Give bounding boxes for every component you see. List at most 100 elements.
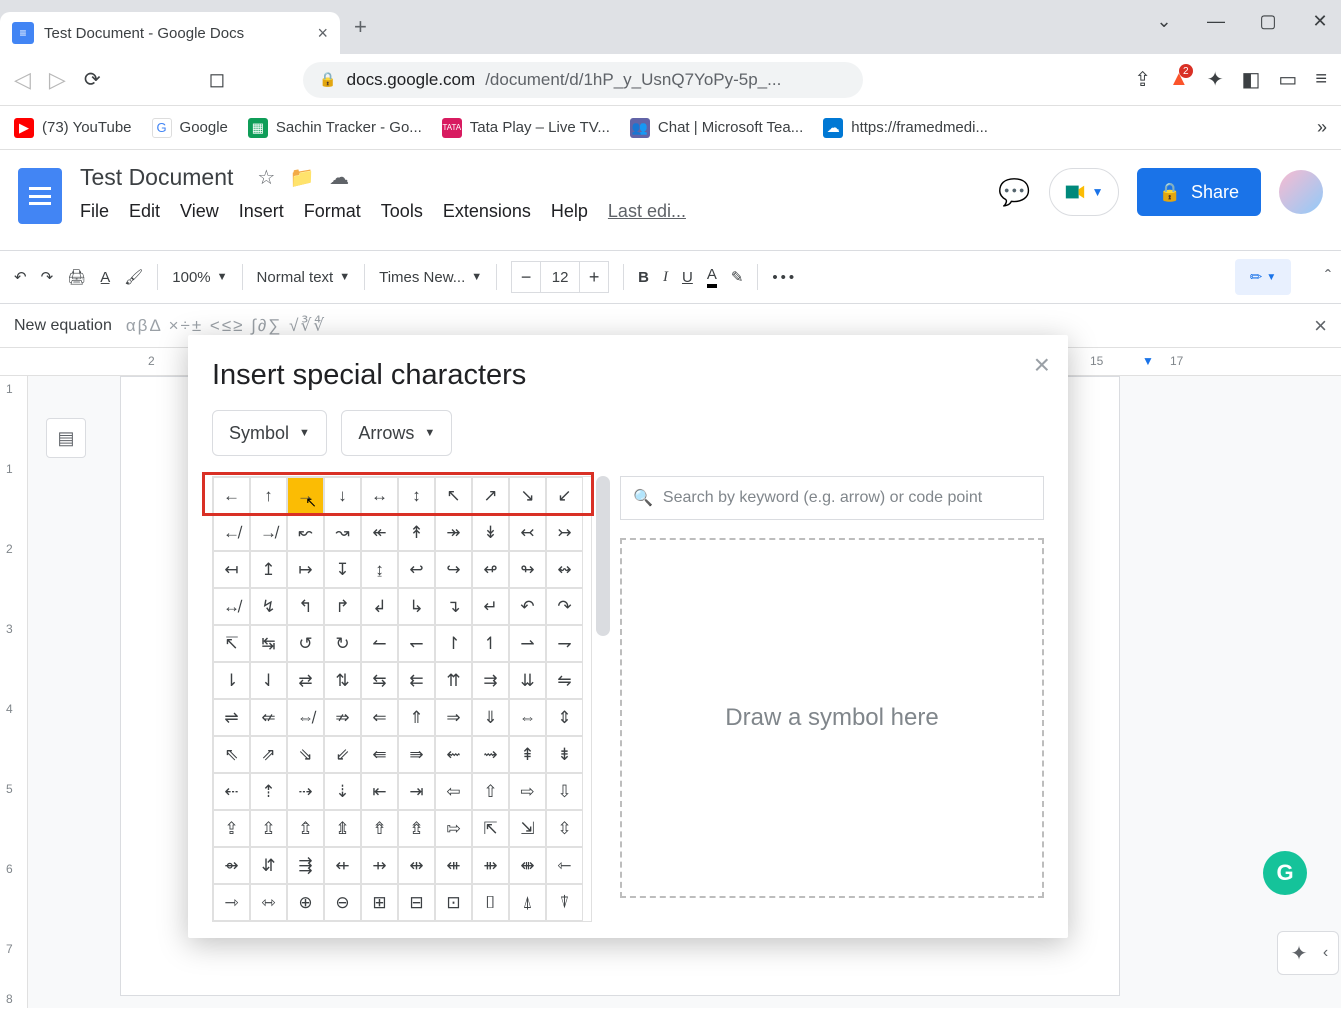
menu-edit[interactable]: Edit: [129, 201, 160, 222]
menu-view[interactable]: View: [180, 201, 219, 222]
character-cell[interactable]: ↢: [509, 514, 546, 551]
character-cell[interactable]: ⇜: [435, 736, 472, 773]
character-cell[interactable]: ↨: [361, 551, 398, 588]
character-cell[interactable]: ⇒: [435, 699, 472, 736]
editing-mode-button[interactable]: ✏ ▼: [1235, 259, 1291, 295]
subcategory-dropdown[interactable]: Arrows▼: [341, 410, 452, 456]
character-cell[interactable]: ↱: [324, 588, 361, 625]
close-window-icon[interactable]: ✕: [1305, 6, 1335, 36]
character-cell[interactable]: ⇅: [324, 662, 361, 699]
sidepanel-icon[interactable]: ◧: [1242, 67, 1261, 92]
collapse-toolbar-icon[interactable]: ˆ: [1325, 267, 1331, 288]
character-cell[interactable]: ⇀: [509, 625, 546, 662]
paint-format-icon[interactable]: 🖌: [124, 268, 143, 286]
cloud-status-icon[interactable]: ☁: [329, 167, 349, 189]
character-cell[interactable]: ⇰: [435, 810, 472, 847]
bookmark-item[interactable]: TATATata Play – Live TV...: [442, 118, 610, 138]
character-cell[interactable]: ↲: [361, 588, 398, 625]
character-cell[interactable]: ↸: [213, 625, 250, 662]
menu-format[interactable]: Format: [304, 201, 361, 222]
character-cell[interactable]: ⇁: [546, 625, 583, 662]
close-equation-bar-icon[interactable]: ×: [1314, 313, 1327, 339]
character-cell[interactable]: ⇉: [472, 662, 509, 699]
highlight-icon[interactable]: ✎: [731, 268, 744, 286]
character-cell[interactable]: ↴: [435, 588, 472, 625]
menu-extensions[interactable]: Extensions: [443, 201, 531, 222]
character-cell[interactable]: ⇊: [509, 662, 546, 699]
redo-icon[interactable]: ↷: [41, 268, 54, 286]
character-cell[interactable]: ⇿: [250, 884, 287, 921]
character-cell[interactable]: ↟: [398, 514, 435, 551]
character-cell[interactable]: ⇢: [287, 773, 324, 810]
draw-symbol-area[interactable]: Draw a symbol here: [620, 538, 1044, 898]
character-cell[interactable]: ↑: [250, 477, 287, 514]
grid-scrollbar[interactable]: [596, 476, 610, 636]
character-cell[interactable]: ↳: [398, 588, 435, 625]
character-cell[interactable]: ⇏: [324, 699, 361, 736]
character-cell[interactable]: ⇞: [509, 736, 546, 773]
character-cell[interactable]: ⇼: [509, 847, 546, 884]
zoom-dropdown[interactable]: 100%▼: [172, 269, 227, 286]
character-cell[interactable]: ↵: [472, 588, 509, 625]
character-cell[interactable]: ↗: [472, 477, 509, 514]
character-cell[interactable]: ⇯: [398, 810, 435, 847]
character-cell[interactable]: ⇸: [361, 847, 398, 884]
character-cell[interactable]: ⇃: [250, 662, 287, 699]
document-outline-button[interactable]: ▤: [46, 418, 86, 458]
equation-symbol-palette[interactable]: αβΔ ×÷± <≤≥ ∫∂∑ √∛∜: [126, 316, 326, 336]
document-title[interactable]: Test Document: [80, 164, 233, 191]
character-cell[interactable]: ↡: [472, 514, 509, 551]
star-icon[interactable]: ☆: [257, 167, 275, 189]
increase-font-icon[interactable]: +: [580, 267, 608, 288]
character-cell[interactable]: ⇴: [213, 847, 250, 884]
character-cell[interactable]: ⇐: [361, 699, 398, 736]
category-dropdown[interactable]: Symbol▼: [212, 410, 327, 456]
character-cell[interactable]: ⇹: [398, 847, 435, 884]
character-cell[interactable]: ↫: [472, 551, 509, 588]
italic-icon[interactable]: I: [663, 269, 668, 286]
character-cell[interactable]: ↾: [435, 625, 472, 662]
character-cell[interactable]: ←: [213, 477, 250, 514]
character-cell[interactable]: ⊟: [398, 884, 435, 921]
close-dialog-icon[interactable]: ×: [1034, 349, 1050, 381]
character-cell[interactable]: ⊞: [361, 884, 398, 921]
bookmark-item[interactable]: ▦Sachin Tracker - Go...: [248, 118, 422, 138]
menu-help[interactable]: Help: [551, 201, 588, 222]
url-input[interactable]: 🔒 docs.google.com/document/d/1hP_y_UsnQ7…: [303, 62, 863, 98]
character-cell[interactable]: ⇭: [324, 810, 361, 847]
search-characters-input[interactable]: 🔍 Search by keyword (e.g. arrow) or code…: [620, 476, 1044, 520]
character-cell[interactable]: ⇣: [324, 773, 361, 810]
character-cell[interactable]: ↼: [361, 625, 398, 662]
character-cell[interactable]: ⇳: [546, 810, 583, 847]
browser-tab[interactable]: ≡ Test Document - Google Docs ×: [0, 12, 340, 54]
character-cell[interactable]: ⇝: [472, 736, 509, 773]
meet-button[interactable]: ▼: [1049, 168, 1119, 216]
character-cell[interactable]: ↰: [287, 588, 324, 625]
move-icon[interactable]: 📁: [290, 167, 315, 189]
character-cell[interactable]: ⇾: [213, 884, 250, 921]
comments-icon[interactable]: 💬: [998, 177, 1030, 208]
avatar[interactable]: [1279, 170, 1323, 214]
character-cell[interactable]: ⊖: [324, 884, 361, 921]
character-cell[interactable]: ↠: [435, 514, 472, 551]
character-cell[interactable]: ⇆: [361, 662, 398, 699]
share-page-icon[interactable]: ⇪: [1134, 67, 1151, 92]
print-icon[interactable]: 🖨: [67, 268, 86, 286]
character-cell[interactable]: ⇶: [287, 847, 324, 884]
chevron-down-icon[interactable]: ⌄: [1149, 6, 1179, 36]
character-cell[interactable]: ⇖: [213, 736, 250, 773]
menu-file[interactable]: File: [80, 201, 109, 222]
character-cell[interactable]: ⇩: [546, 773, 583, 810]
character-cell[interactable]: ↮: [213, 588, 250, 625]
character-cell[interactable]: ⇻: [472, 847, 509, 884]
bookmark-item[interactable]: ☁https://framedmedi...: [823, 118, 988, 138]
character-cell[interactable]: ⇠: [213, 773, 250, 810]
character-cell[interactable]: ⇦: [435, 773, 472, 810]
indent-marker-icon[interactable]: ▼: [1142, 354, 1154, 368]
back-icon[interactable]: ◁: [14, 67, 31, 93]
character-cell[interactable]: ⇱: [472, 810, 509, 847]
character-cell[interactable]: ↓: [324, 477, 361, 514]
character-cell[interactable]: ⊕: [287, 884, 324, 921]
bookmark-item[interactable]: GGoogle: [152, 118, 228, 138]
character-cell[interactable]: ⇓: [472, 699, 509, 736]
